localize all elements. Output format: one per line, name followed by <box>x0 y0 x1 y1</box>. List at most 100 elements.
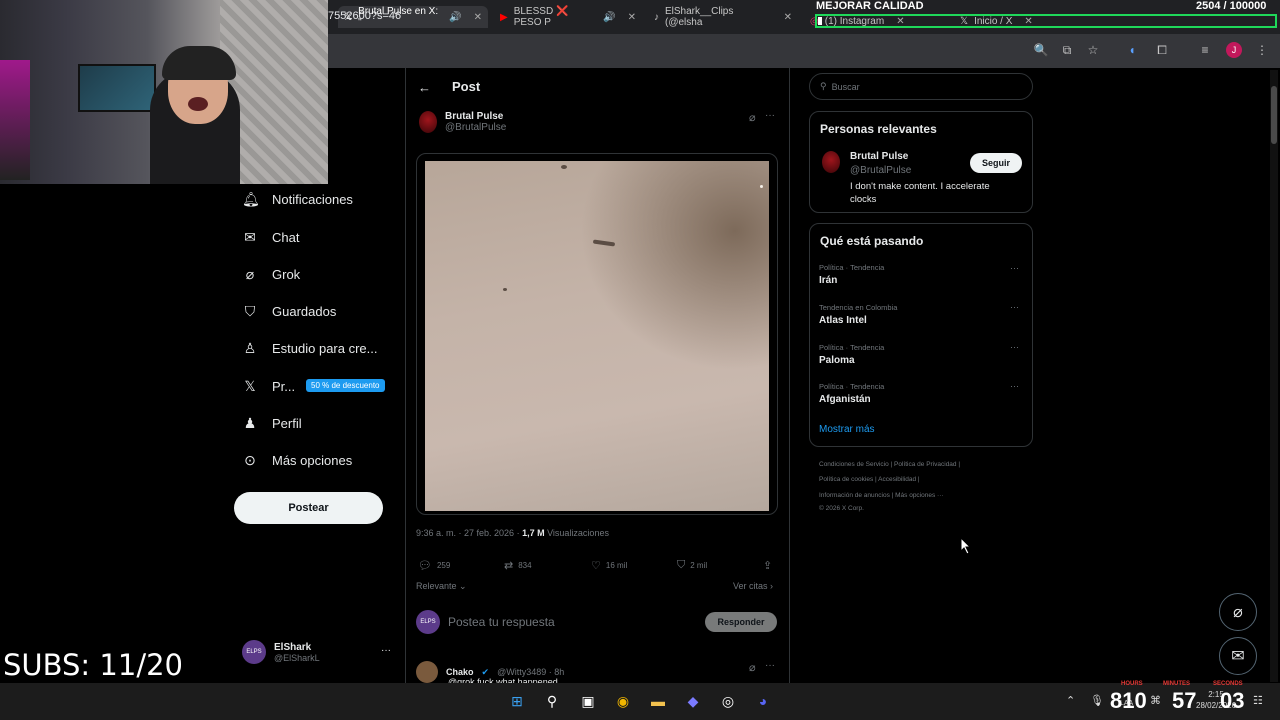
footer-links[interactable]: Condiciones de Servicio | Política de Pr… <box>819 461 1019 468</box>
sort-replies-dropdown[interactable]: Relevante ⌄ <box>416 581 467 592</box>
grok-icon[interactable]: ⌀ <box>749 661 756 674</box>
show-more-link[interactable]: Mostrar más <box>819 424 875 435</box>
bookmark-action[interactable]: ⛉ 2 mil <box>677 559 707 572</box>
commenter-avatar[interactable] <box>416 661 438 683</box>
pc-tower <box>0 60 30 180</box>
author-handle[interactable]: @BrutalPulse <box>445 122 506 133</box>
clock-hours: 810 <box>1110 688 1147 713</box>
nav-grok[interactable]: ⌀ Grok <box>242 262 300 286</box>
x-logo-icon: 𝕏 <box>244 377 256 394</box>
speaker-icon[interactable]: 🔊 <box>603 12 615 23</box>
reply-action[interactable]: 💬︎ 259 <box>418 559 450 572</box>
task-view-icon[interactable]: ▣ <box>577 690 599 712</box>
trend-more-icon[interactable]: ··· <box>1010 263 1019 273</box>
footer-links[interactable]: Información de anuncios | Más opciones ·… <box>819 492 1019 499</box>
messages-fab-button[interactable]: ✉ <box>1219 637 1257 675</box>
url-field[interactable]: 7552600?s=46 <box>328 10 401 22</box>
tray-chevron-icon[interactable]: ⌃ <box>1066 694 1075 707</box>
notification-icon[interactable]: ☷ <box>1253 694 1263 707</box>
mic-icon[interactable]: 🎙︎ <box>1090 694 1104 707</box>
more-circle-icon: ⊙ <box>244 451 256 468</box>
page-title: Post <box>452 79 481 94</box>
app-icon[interactable]: ◆ <box>682 690 704 712</box>
close-tab-icon[interactable]: ✕ <box>474 12 482 23</box>
profile-avatar[interactable]: J <box>1226 42 1242 58</box>
close-tab-icon[interactable]: ✕ <box>784 12 792 23</box>
trends-title: Qué está pasando <box>820 234 924 248</box>
relevant-name[interactable]: Brutal Pulse <box>850 151 908 162</box>
windows-start-icon[interactable]: ⊞ <box>506 690 528 712</box>
media-control-icon[interactable]: ≡ <box>1197 42 1213 58</box>
extension-icon[interactable]: ◖ <box>1124 42 1140 58</box>
trend-more-icon[interactable]: ··· <box>1010 381 1019 391</box>
clock-minutes: 57 <box>1172 688 1197 713</box>
page-scrollbar[interactable] <box>1270 70 1278 682</box>
comment-more-icon[interactable]: ··· <box>765 660 775 671</box>
footer-links[interactable]: Política de cookies | Accesibilidad | <box>819 476 1019 483</box>
post-author[interactable]: Brutal Pulse @BrutalPulse <box>419 111 506 133</box>
promo-badge[interactable]: 50 % de descuento <box>306 379 385 392</box>
chrome-icon[interactable]: ◉ <box>612 690 634 712</box>
back-arrow-icon[interactable]: ← <box>418 80 431 95</box>
commenter-handle: @Witty3489 · 8h <box>497 667 565 677</box>
obs-icon[interactable]: ◎ <box>717 690 739 712</box>
relevant-avatar[interactable] <box>822 151 840 173</box>
post-more-icon[interactable]: ··· <box>765 110 775 121</box>
reply-input[interactable]: Postea tu respuesta <box>448 615 555 629</box>
overlay-progress-bar <box>815 14 1277 28</box>
bookmark-icon: ⛉ <box>677 559 686 571</box>
share-icon: ⇪ <box>763 560 773 572</box>
zoom-icon[interactable]: 🔍 <box>1033 42 1049 58</box>
post-actions: 💬︎ 259 ⇄ 834 ♡ 16 mil ⛉ 2 mil ⇪ <box>418 559 778 573</box>
nav-perfil[interactable]: ♟ Perfil <box>242 411 302 435</box>
author-name[interactable]: Brutal Pulse <box>445 111 506 122</box>
bookmark-star-icon[interactable]: ☆ <box>1085 42 1101 58</box>
nav-guardados[interactable]: ⛉ Guardados <box>242 299 337 323</box>
trend-name[interactable]: Paloma <box>819 355 855 366</box>
reply-button[interactable]: Responder <box>705 612 777 632</box>
account-switcher[interactable]: ELPS ElShark @ElSharkL <box>242 640 320 664</box>
trend-name[interactable]: Afganistán <box>819 394 871 405</box>
like-action[interactable]: ♡ 16 mil <box>591 559 627 572</box>
search-icon[interactable]: ⚲ <box>541 690 563 712</box>
discord-icon[interactable]: ◕ <box>752 690 774 712</box>
post-button[interactable]: Postear <box>234 492 383 524</box>
nav-estudio[interactable]: ♙ Estudio para cre... <box>242 336 378 360</box>
account-more-icon[interactable]: ··· <box>381 645 391 656</box>
trend-name[interactable]: Atlas Intel <box>819 315 867 326</box>
share-action[interactable]: ⇪ <box>763 559 772 572</box>
trend-name[interactable]: Irán <box>819 275 837 286</box>
menu-kebab-icon[interactable]: ⋮ <box>1254 42 1270 58</box>
nav-premium[interactable]: 𝕏 Pr... <box>242 374 295 398</box>
tab-elshark-clips[interactable]: ♪ ElShark__Clips (@elsha ✕ <box>648 6 798 28</box>
extensions-puzzle-icon[interactable]: ⧠ <box>1154 42 1170 58</box>
trend-more-icon[interactable]: ··· <box>1010 302 1019 312</box>
nav-chat[interactable]: ✉ Chat <box>242 225 299 249</box>
quotes-link[interactable]: Ver citas › <box>733 581 773 591</box>
scrollbar-thumb[interactable] <box>1271 86 1277 144</box>
author-avatar[interactable] <box>419 111 437 133</box>
grok-fab-button[interactable]: ⌀ <box>1219 593 1257 631</box>
relevant-handle[interactable]: @BrutalPulse <box>850 165 911 176</box>
nav-mas-opciones[interactable]: ⊙ Más opciones <box>242 448 352 472</box>
post-video[interactable] <box>425 161 769 511</box>
nav-notificaciones[interactable]: 🔔︎ Notificaciones <box>242 187 353 211</box>
commenter-name[interactable]: Chako <box>446 667 474 677</box>
post-meta: 9:36 a. m. · 27 feb. 2026 · 1,7 M Visual… <box>416 528 609 538</box>
account-handle: @ElSharkL <box>274 652 320 663</box>
subs-counter-overlay: SUBS: 11/20 <box>3 648 183 682</box>
bell-icon: 🔔︎ <box>242 190 260 207</box>
network-icon[interactable]: ⌘ <box>1150 694 1161 707</box>
speaker-icon[interactable]: 🔊 <box>449 12 461 23</box>
grok-icon[interactable]: ⌀ <box>749 111 756 124</box>
tab-blessd[interactable]: ▶ BLESSD ❌ PESO P 🔊 ✕ <box>494 6 642 28</box>
repost-action[interactable]: ⇄ 834 <box>504 559 532 572</box>
follow-button[interactable]: Seguir <box>970 153 1022 173</box>
relevant-bio: I don't make content. I accelerate clock… <box>850 181 990 205</box>
trend-more-icon[interactable]: ··· <box>1010 342 1019 352</box>
search-input[interactable]: ⚲ Buscar <box>809 73 1033 100</box>
close-tab-icon[interactable]: ✕ <box>628 12 636 23</box>
install-app-icon[interactable]: ⧉ <box>1059 42 1075 58</box>
file-explorer-icon[interactable]: ▬ <box>647 690 669 712</box>
reply-icon: 💬︎ <box>418 560 432 572</box>
